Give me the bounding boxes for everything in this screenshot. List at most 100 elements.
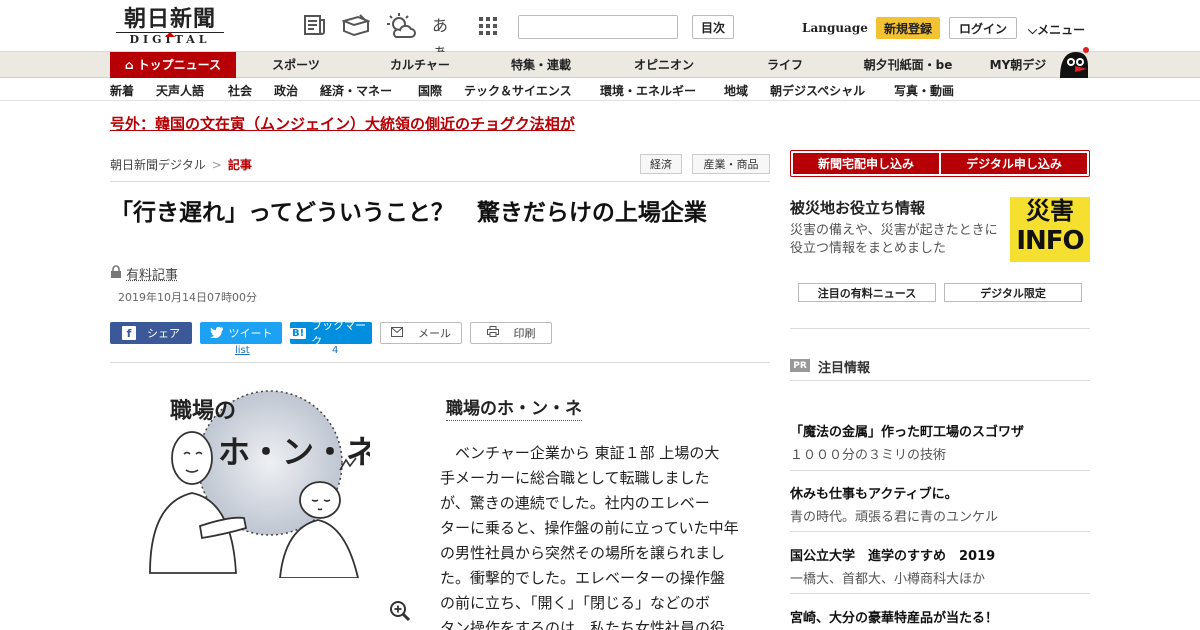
body-line: が、驚きの連続でした。社内のエレベー <box>440 494 710 512</box>
nav-item-opinion[interactable]: オピニオン <box>624 52 704 78</box>
pr-item-title[interactable]: 宮崎、大分の豪華特産品が当たる！ <box>790 607 998 626</box>
hatena-count[interactable]: 4 <box>332 345 338 356</box>
tag-industry[interactable]: 産業・商品 <box>692 154 770 174</box>
info-badge-bottom: INFO <box>1016 226 1084 256</box>
subnav-item-economy[interactable]: 経済・マネー <box>320 82 392 99</box>
scrap-book-icon[interactable] <box>340 13 372 39</box>
tag-economy[interactable]: 経済 <box>640 154 682 174</box>
pr-item-title[interactable]: 「魔法の金属」作った町工場のスゴワザ <box>790 421 1024 440</box>
pr-item-title[interactable]: 国公立大学 進学のすすめ 2019 <box>790 545 995 564</box>
body-line: た。衝撃的でした。エレベーターの操作盤 <box>440 569 726 587</box>
divider <box>110 181 770 182</box>
asahi-digital-logo[interactable]: 朝日新聞 DIGITAL <box>110 6 230 48</box>
article-illustration[interactable]: 職場の ホ・ン・ネ <box>130 388 378 579</box>
subnav-item-special[interactable]: 朝デジスペシャル <box>770 82 865 99</box>
breadcrumb-separator: > <box>211 158 222 172</box>
grid-menu-icon[interactable] <box>478 13 506 39</box>
pr-badge: PR <box>790 359 810 372</box>
register-button[interactable]: 新規登録 <box>876 17 940 39</box>
divider <box>790 593 1090 594</box>
font-size-icon[interactable]: あぁ <box>432 13 460 61</box>
newspaper-subscribe-button[interactable]: 新聞宅配申し込み <box>793 153 939 174</box>
pr-item-title[interactable]: 休みも仕事もアクティブに。 <box>790 483 958 502</box>
pr-item-sub: 一橋大、首都大、小樽商科大ほか <box>790 572 986 587</box>
body-line: の前に立ち、「開く」「閉じる」などのボ <box>440 594 711 612</box>
toc-button[interactable]: 目次 <box>692 15 734 39</box>
paid-news-button[interactable]: 注目の有料ニュース <box>798 283 936 302</box>
section-title: 職場のホ・ン・ネ <box>446 394 582 421</box>
body-line: ベンチャー企業から 東証１部 上場の大 <box>440 444 720 462</box>
search-box: 検 索 <box>518 15 678 39</box>
login-button[interactable]: ログイン <box>949 17 1017 39</box>
subnav-item-politics[interactable]: 政治 <box>274 82 298 99</box>
mail-share-button[interactable]: メール <box>380 322 462 344</box>
subnav-item-society[interactable]: 社会 <box>228 82 252 99</box>
nav-item-paper[interactable]: 朝夕刊紙面・be <box>856 52 960 78</box>
body-line: の男性社員から突然その場所を譲られまし <box>440 544 726 562</box>
twitter-share-button[interactable]: ツイート <box>200 322 282 344</box>
divider <box>790 328 1090 329</box>
search-input[interactable] <box>519 16 677 38</box>
lock-icon <box>110 265 122 282</box>
sub-nav: 新着 天声人語 社会 政治 経済・マネー 国際 テック＆サイエンス 環境・エネル… <box>0 79 1200 101</box>
twitter-count[interactable]: list <box>235 345 250 356</box>
nav-item-life[interactable]: ライフ <box>760 52 810 78</box>
divider <box>790 470 1090 471</box>
hatena-bookmark-label: ブックマーク <box>311 319 367 348</box>
divider <box>790 380 1090 381</box>
body-line: タン操作をするのは、私たち女性社員の役 <box>440 619 726 630</box>
print-icon <box>486 326 499 340</box>
breaking-news-link[interactable]: 号外：韓国の文在寅（ムンジェイン）大統領の側近のチョグク法相が <box>110 113 575 134</box>
subnav-item-photo-video[interactable]: 写真・動画 <box>894 82 954 99</box>
paid-article-text: 有料記事 <box>126 268 179 283</box>
paid-article-label[interactable]: 有料記事 <box>110 264 178 283</box>
home-icon: ⌂ <box>125 58 134 72</box>
mascot-icon[interactable] <box>1056 44 1092 80</box>
facebook-icon: f <box>122 326 136 340</box>
nav-item-my-asadigi[interactable]: MY朝デジ <box>984 52 1052 78</box>
nav-item-features[interactable]: 特集・連載 <box>500 52 582 78</box>
chevron-down-icon: ⌵ <box>1028 23 1038 37</box>
site-header: 朝日新聞 DIGITAL あぁ 検 索 目次 Language 新規登録 ログイ… <box>0 0 1200 61</box>
nav-item-label: トップニュース <box>137 58 221 72</box>
weather-icon[interactable] <box>386 13 416 39</box>
digital-subscribe-button[interactable]: デジタル申し込み <box>941 153 1087 174</box>
menu-button[interactable]: ⌵メニュー <box>1028 21 1085 38</box>
breadcrumb-home[interactable]: 朝日新聞デジタル <box>110 158 206 172</box>
article-title: 「行き遅れ」ってどういうこと？ 驚きだらけの上場企業 <box>110 199 707 226</box>
twitter-share-label: ツイート <box>228 327 273 340</box>
nav-item-sports[interactable]: スポーツ <box>260 52 332 78</box>
body-line: 手メーカーに総合職として転職しました <box>440 469 710 487</box>
info-badge-top: 災害 <box>1026 196 1074 225</box>
pr-item-sub: １０００分の３ミリの技術 <box>790 448 947 463</box>
mail-share-label: メール <box>418 327 451 340</box>
breadcrumb-current: 記事 <box>227 158 252 172</box>
subnav-item-local[interactable]: 地域 <box>724 82 748 99</box>
body-line: ターに乗ると、操作盤の前に立っていた中年 <box>440 519 739 537</box>
divider <box>110 362 770 363</box>
subnav-item-latest[interactable]: 新着 <box>110 82 134 99</box>
disaster-info-badge[interactable]: 災害 INFO <box>1010 197 1090 262</box>
nav-item-culture[interactable]: カルチャー <box>380 52 460 78</box>
newspaper-icon[interactable] <box>302 13 330 39</box>
hatena-bookmark-button[interactable]: B! ブックマーク <box>290 319 372 348</box>
facebook-share-label: シェア <box>147 327 180 340</box>
print-button[interactable]: 印刷 <box>470 322 552 344</box>
subnav-item-tech[interactable]: テック＆サイエンス <box>464 82 572 99</box>
article-body: ベンチャー企業から 東証１部 上場の大 手メーカーに総合職として転職しました が… <box>440 441 752 630</box>
subnav-item-international[interactable]: 国際 <box>418 82 442 99</box>
nav-item-top-news[interactable]: ⌂ トップニュース <box>110 52 236 78</box>
divider <box>790 531 1090 532</box>
logo-sub-text: DIGITAL <box>116 32 224 46</box>
menu-label: メニュー <box>1037 23 1086 37</box>
subnav-item-environment[interactable]: 環境・エネルギー <box>600 82 696 99</box>
disaster-info-title[interactable]: 被災地お役立ち情報 <box>790 197 925 218</box>
digital-limited-button[interactable]: デジタル限定 <box>944 283 1082 302</box>
illustration-title-main: ホ・ン・ネ <box>218 433 370 471</box>
facebook-share-button[interactable]: f シェア <box>110 322 192 344</box>
language-link[interactable]: Language <box>802 21 868 35</box>
zoom-in-icon[interactable] <box>389 600 411 622</box>
disaster-info-text: 災害の備えや、災害が起きたときに役立つ情報をまとめました <box>790 223 998 256</box>
main-nav: ⌂ トップニュース スポーツ カルチャー 特集・連載 オピニオン ライフ 朝夕刊紙… <box>0 52 1200 78</box>
subnav-item-tenseijingo[interactable]: 天声人語 <box>156 82 204 99</box>
